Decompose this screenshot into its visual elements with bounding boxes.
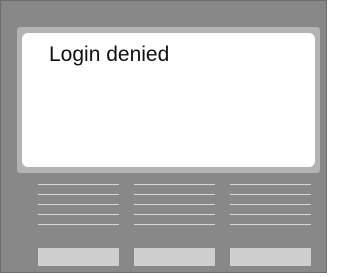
keypad-line	[38, 224, 119, 225]
keypad-line	[230, 194, 311, 195]
keypad-line	[134, 214, 215, 215]
keypad-line	[134, 184, 215, 185]
keypad-line	[38, 214, 119, 215]
keypad-line	[134, 194, 215, 195]
keypad-line	[230, 204, 311, 205]
keypad-line	[38, 184, 119, 185]
keypad-button-3[interactable]	[230, 248, 311, 266]
keypad-line	[38, 204, 119, 205]
keypad-line	[134, 204, 215, 205]
display-screen: Login denied	[22, 33, 315, 167]
keypad-button-1[interactable]	[38, 248, 119, 266]
keypad-line	[230, 184, 311, 185]
keypad-line	[134, 224, 215, 225]
keypad-line	[38, 194, 119, 195]
login-status-message: Login denied	[49, 43, 170, 66]
keypad-line	[230, 214, 311, 215]
keypad-line	[230, 224, 311, 225]
device-body: Login denied	[0, 0, 327, 273]
keypad-button-2[interactable]	[134, 248, 215, 266]
